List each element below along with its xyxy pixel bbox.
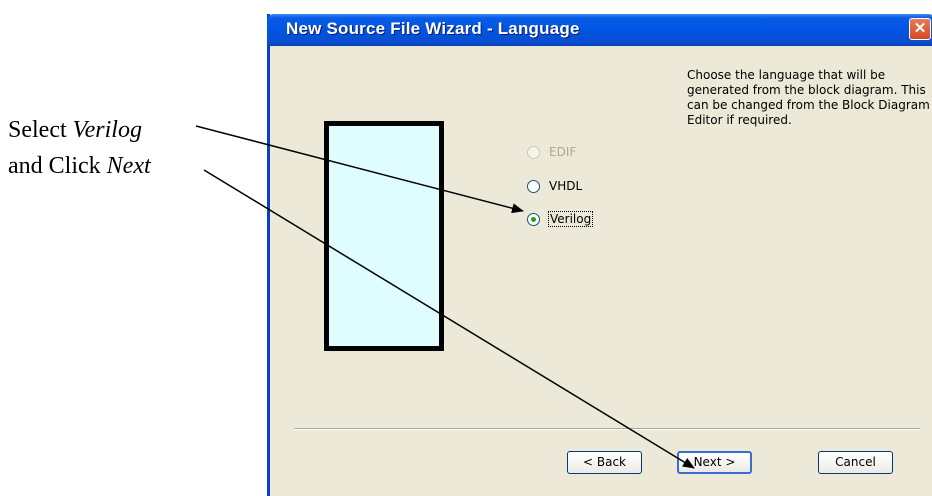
annotation-verilog-emphasis: Verilog: [72, 117, 142, 143]
vhdl-radio[interactable]: [527, 179, 540, 193]
annotation-line-2-prefix: and Click: [8, 153, 107, 179]
instruction-text: Choose the language that will be generat…: [687, 68, 930, 127]
cancel-button[interactable]: Cancel: [818, 451, 893, 474]
verilog-label[interactable]: Verilog: [547, 211, 594, 227]
edif-label: EDIF: [549, 145, 577, 159]
option-verilog[interactable]: Verilog: [527, 209, 594, 229]
verilog-radio[interactable]: [527, 212, 540, 226]
annotation-line-2: and Click Next: [8, 148, 151, 184]
back-button[interactable]: < Back: [567, 451, 642, 474]
annotation-line-1: Select Verilog: [8, 112, 151, 148]
block-diagram-illustration: [324, 121, 444, 351]
edif-radio: [527, 145, 540, 159]
option-vhdl[interactable]: VHDL: [527, 176, 582, 196]
next-button[interactable]: Next >: [677, 451, 752, 474]
window-title: New Source File Wizard - Language: [286, 19, 580, 38]
button-separator: [294, 428, 920, 430]
annotation-line-1-prefix: Select: [8, 117, 73, 143]
wizard-dialog: New Source File Wizard - Language ✕ Choo…: [267, 14, 932, 496]
title-bar[interactable]: New Source File Wizard - Language ✕: [267, 14, 932, 46]
option-edif: EDIF: [527, 142, 576, 162]
vhdl-label[interactable]: VHDL: [549, 179, 582, 193]
annotation-next-emphasis: Next: [106, 153, 151, 179]
close-icon[interactable]: ✕: [909, 18, 931, 40]
annotation-text: Select Verilog and Click Next: [8, 112, 151, 184]
